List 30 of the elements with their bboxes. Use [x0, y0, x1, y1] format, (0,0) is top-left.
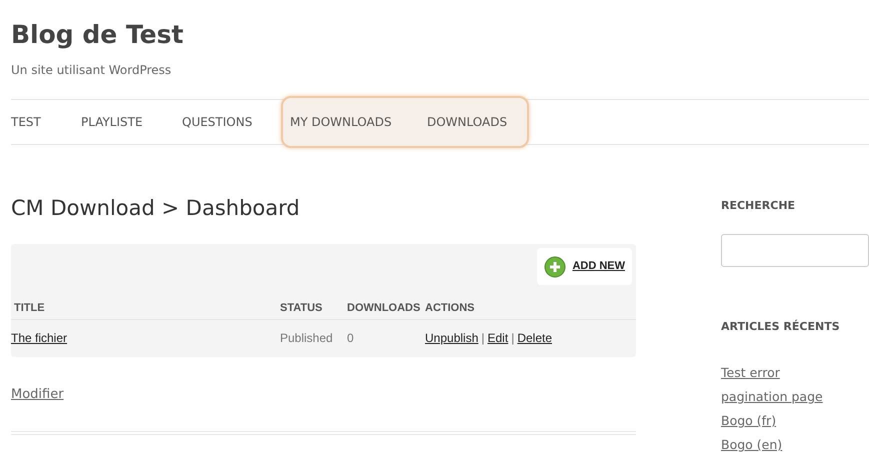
column-header: TITLE — [13, 301, 46, 316]
plus-icon — [544, 256, 566, 278]
recent-post-link[interactable]: Bogo (en) — [721, 437, 782, 452]
site-tagline: Un site utilisant WordPress — [11, 62, 172, 79]
action-link[interactable]: Delete — [517, 329, 552, 347]
nav-link[interactable]: MY DOWNLOADS — [290, 113, 427, 131]
nav-link[interactable]: QUESTIONS — [182, 113, 268, 131]
column-header: STATUS — [280, 301, 324, 316]
page-title: CM Download > Dashboard — [11, 195, 301, 222]
column-header: ACTIONS — [425, 301, 476, 316]
modify-link[interactable]: Modifier — [11, 385, 64, 404]
recent-post-link[interactable]: pagination page — [721, 389, 823, 404]
recent-post-link[interactable]: Bogo (fr) — [721, 413, 776, 428]
nav-link[interactable]: DOWNLOADS — [427, 113, 517, 131]
downloads-cell-text: 0 — [347, 330, 355, 347]
status-cell-text: Published — [280, 330, 334, 347]
sidebar-heading: ARTICLES RÉCENTS — [721, 319, 841, 335]
recent-post-link[interactable]: Test error — [721, 365, 780, 380]
add-new-button[interactable]: ADD NEW — [537, 248, 632, 285]
separator: | — [481, 330, 484, 347]
search-field[interactable] — [721, 234, 869, 267]
site-title[interactable]: Blog de Test — [11, 18, 869, 52]
sidebar-heading: RECHERCHE — [721, 198, 796, 214]
nav-link[interactable]: PLAYLISTE — [81, 113, 182, 131]
file-title-link[interactable]: The fichier — [11, 331, 68, 345]
nav-link[interactable]: TEST — [11, 113, 81, 131]
action-link[interactable]: Unpublish — [425, 329, 478, 347]
column-header: DOWNLOADS — [347, 301, 422, 316]
action-link[interactable]: Edit — [488, 329, 508, 347]
separator: | — [511, 330, 514, 347]
